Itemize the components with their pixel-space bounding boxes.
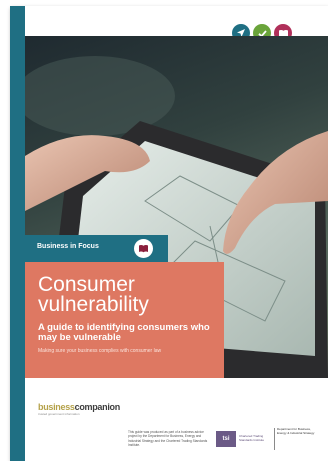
banner-label: Business in Focus [37,243,99,250]
production-credit: This guide was produced as part of a bus… [128,430,208,447]
tsi-name: Chartered Trading Standards Institute [239,434,265,442]
tsi-logo: tsi Chartered Trading Standards Institut… [216,431,269,447]
business-in-focus-banner: Business in Focus [25,235,168,262]
cover-subtitle: A guide to identifying consumers who may… [38,322,210,343]
department-logo: Department for Business, Energy & Indust… [274,427,321,450]
cover-title: Consumer vulnerability [38,274,149,316]
cover-tagline: Making sure your business complies with … [38,348,162,354]
book-badge-icon [134,239,153,258]
guide-cover: Business in Focus Consumer vulnerability… [10,6,328,461]
cover-spine [10,6,25,461]
business-companion-strapline: trusted government information [38,412,80,416]
tsi-mark: tsi [216,431,236,447]
business-companion-logo: businesscompanion trusted government inf… [38,402,120,416]
title-panel: Consumer vulnerability A guide to identi… [25,262,224,378]
title-line-2: vulnerability [38,293,149,316]
cover-footer: businesscompanion trusted government inf… [25,378,328,461]
business-companion-wordmark: businesscompanion [38,402,120,412]
department-name: Department for Business, Energy & Indust… [277,427,315,435]
department-rule [274,428,275,450]
